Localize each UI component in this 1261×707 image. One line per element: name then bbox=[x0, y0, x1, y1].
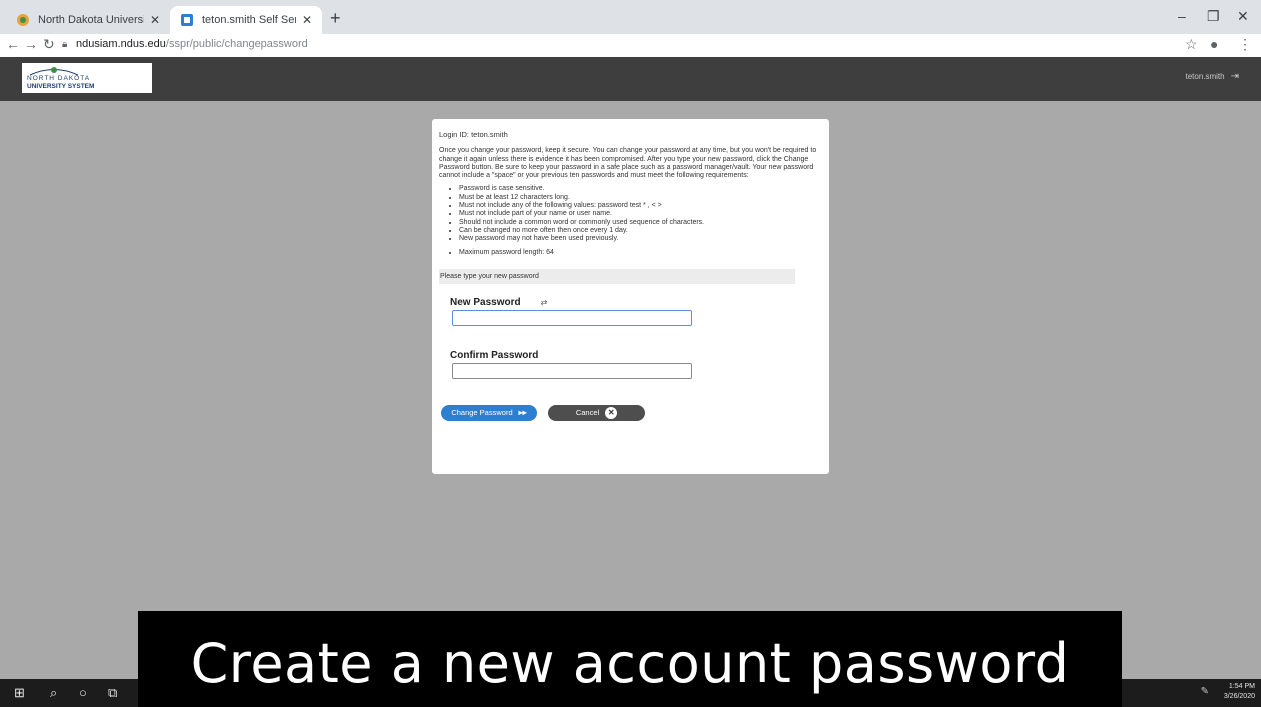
windows-start-icon[interactable]: ⊞ bbox=[14, 685, 25, 701]
list-item: Should not include a common word or comm… bbox=[459, 219, 822, 227]
change-password-label: Change Password bbox=[451, 408, 513, 418]
close-window-button[interactable]: ✕ bbox=[1237, 8, 1249, 25]
cancel-label: Cancel bbox=[575, 408, 600, 418]
list-item: Can be changed no more often then once e… bbox=[459, 227, 822, 235]
max-length-list: Maximum password length: 64 bbox=[439, 249, 822, 257]
show-password-icon[interactable]: ⇄ bbox=[541, 298, 548, 307]
site-header: NORTH DAKOTA UNIVERSITY SYSTEM bbox=[0, 57, 1261, 101]
sspr-favicon-icon bbox=[181, 14, 193, 26]
requirements-list: Password is case sensitive. Must be at l… bbox=[439, 185, 822, 243]
list-item: Must not include any of the following va… bbox=[459, 202, 822, 210]
cancel-button[interactable]: Cancel ✕ bbox=[548, 405, 645, 422]
profile-icon[interactable]: ● bbox=[1210, 36, 1218, 52]
maximize-button[interactable]: ❐ bbox=[1207, 8, 1220, 25]
new-password-label: New Password bbox=[450, 296, 521, 308]
list-item: New password may not have been used prev… bbox=[459, 235, 822, 243]
logo-line2: UNIVERSITY SYSTEM bbox=[27, 83, 95, 90]
tab-north-dakota-university-system[interactable]: North Dakota University System ✕ bbox=[6, 6, 170, 34]
confirm-password-input[interactable] bbox=[452, 363, 692, 380]
clock-time: 1:54 PM bbox=[1228, 683, 1255, 690]
tab-close-icon[interactable]: ✕ bbox=[150, 13, 160, 27]
reload-icon[interactable]: ↻ bbox=[43, 36, 55, 53]
cortana-icon[interactable]: ○ bbox=[79, 685, 87, 700]
pen-tray-icon[interactable]: ✎ bbox=[1201, 686, 1209, 697]
list-item: Must not include part of your name or us… bbox=[459, 210, 822, 218]
browser-tab-strip: North Dakota University System ✕ teton.s… bbox=[0, 0, 1261, 34]
lock-icon: 🔒︎ bbox=[62, 39, 68, 50]
login-id: Login ID: teton.smith bbox=[439, 130, 508, 139]
tab-title: teton.smith Self Service Passwor bbox=[202, 14, 296, 26]
menu-dots-icon[interactable]: ⋮ bbox=[1238, 36, 1252, 53]
list-item: Must be at least 12 characters long. bbox=[459, 194, 822, 202]
change-password-button[interactable]: Change Password ▸▸ bbox=[441, 405, 537, 422]
password-instructions: Once you change your password, keep it s… bbox=[439, 147, 817, 180]
confirm-password-label: Confirm Password bbox=[450, 350, 539, 362]
tab-close-icon[interactable]: ✕ bbox=[302, 13, 312, 27]
ndus-logo[interactable]: NORTH DAKOTA UNIVERSITY SYSTEM bbox=[22, 63, 152, 93]
system-clock[interactable]: 1:54 PM 3/26/2020 bbox=[1224, 682, 1255, 702]
browser-toolbar: ← → ↻ 🔒︎ ndusiam.ndus.edu/sspr/public/ch… bbox=[0, 34, 1261, 58]
ndus-favicon-icon bbox=[17, 14, 29, 26]
url-path: /sspr/public/changepassword bbox=[165, 38, 308, 50]
search-icon[interactable]: ⌕ bbox=[50, 685, 57, 701]
caption-overlay: Create a new account password bbox=[138, 611, 1122, 707]
caption-text: Create a new account password bbox=[190, 631, 1070, 695]
tab-title: North Dakota University System bbox=[38, 14, 144, 26]
new-password-input[interactable] bbox=[452, 310, 692, 327]
url-host: ndusiam.ndus.edu bbox=[76, 38, 166, 50]
list-item: Password is case sensitive. bbox=[459, 185, 822, 193]
back-arrow-icon[interactable]: ← bbox=[6, 36, 20, 52]
tab-self-service-password[interactable]: teton.smith Self Service Passwor ✕ bbox=[170, 6, 322, 34]
new-password-prompt: Please type your new password bbox=[439, 268, 795, 284]
logo-line1: NORTH DAKOTA bbox=[27, 75, 91, 82]
change-password-card: Login ID: teton.smith Once you change yo… bbox=[432, 119, 829, 474]
new-tab-button[interactable]: + bbox=[330, 8, 341, 29]
forward-arrow-icon[interactable]: → bbox=[24, 36, 38, 52]
user-menu[interactable]: teton.smith ⇥ bbox=[1185, 71, 1239, 82]
close-icon: ✕ bbox=[605, 407, 618, 420]
bookmark-star-icon[interactable]: ☆ bbox=[1185, 36, 1198, 53]
minimize-button[interactable]: – bbox=[1178, 8, 1186, 24]
clock-date: 3/26/2020 bbox=[1223, 693, 1255, 700]
address-bar[interactable]: ndusiam.ndus.edu/sspr/public/changepassw… bbox=[76, 38, 308, 50]
logout-icon[interactable]: ⇥ bbox=[1231, 71, 1239, 82]
forward-arrow-icon: ▸▸ bbox=[518, 408, 527, 418]
task-view-icon[interactable]: ⧉ bbox=[108, 685, 117, 701]
max-length-item: Maximum password length: 64 bbox=[459, 249, 822, 257]
username-label: teton.smith bbox=[1185, 72, 1225, 81]
